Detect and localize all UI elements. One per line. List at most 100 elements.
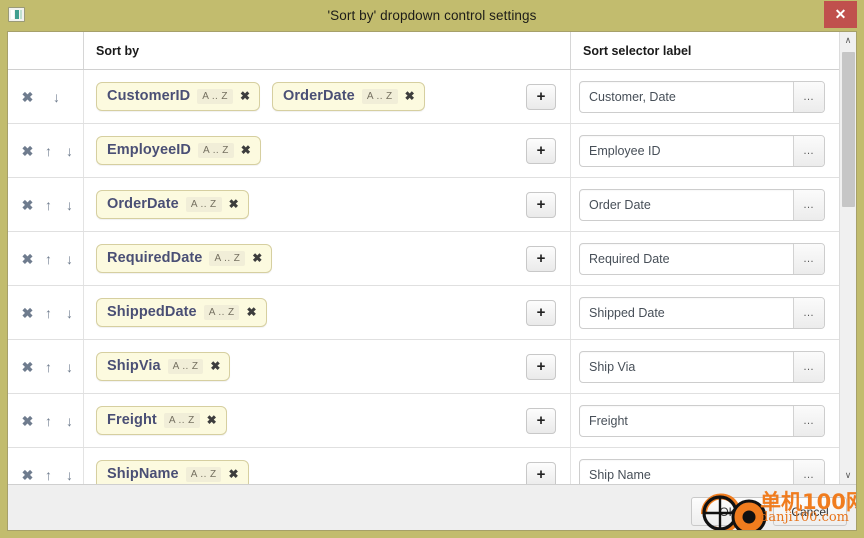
add-sort-field-button[interactable]: + [526,191,556,218]
selector-label-input[interactable] [580,81,793,112]
move-up-icon[interactable]: ↑ [42,144,55,158]
selector-label-browse-button[interactable]: … [793,405,824,436]
sort-direction-badge[interactable]: A .. Z [185,466,222,482]
remove-row-icon[interactable]: ✖ [21,360,34,374]
add-sort-field-button[interactable]: + [526,137,556,164]
remove-row-icon[interactable]: ✖ [21,90,34,104]
sort-direction-badge[interactable]: A .. Z [163,412,200,428]
add-sort-field-button[interactable]: + [526,353,556,380]
table-row: ✖↑↓OrderDateA .. Z✖+… [8,178,839,232]
selector-label-input[interactable] [580,405,793,436]
row-controls: ✖ ↑ ↓ [8,286,84,339]
remove-token-icon[interactable]: ✖ [241,144,251,156]
move-down-icon[interactable]: ↓ [63,144,76,158]
remove-row-icon[interactable]: ✖ [21,468,34,482]
sort-field-token[interactable]: Freight A .. Z ✖ [96,406,227,435]
add-sort-field-button[interactable]: + [526,461,556,484]
remove-token-icon[interactable]: ✖ [405,90,415,102]
move-down-icon[interactable]: ↓ [63,306,76,320]
sort-field-token[interactable]: ShipVia A .. Z ✖ [96,352,231,381]
sort-direction-badge[interactable]: A .. Z [185,196,222,212]
move-up-icon[interactable]: ↑ [42,306,55,320]
scroll-up-icon[interactable]: ∧ [839,32,856,49]
selector-label-browse-button[interactable]: … [793,351,824,382]
sort-field-name: ShippedDate [107,304,197,320]
move-down-icon[interactable]: ↓ [63,360,76,374]
move-up-icon[interactable]: ↑ [42,360,55,374]
table-row: ✖↑↓ShipNameA .. Z✖+… [8,448,839,484]
sort-field-name: EmployeeID [107,142,191,158]
selector-label-browse-button[interactable]: … [793,243,824,274]
selector-label-browse-button[interactable]: … [793,297,824,328]
sort-field-token[interactable]: CustomerID A .. Z ✖ [96,82,260,111]
selector-label-browse-button[interactable]: … [793,459,824,484]
selector-label-input[interactable] [580,297,793,328]
add-field-container: + [526,461,556,484]
row-controls: ✖ ↑ ↓ [8,448,84,484]
sort-field-token[interactable]: EmployeeID A .. Z ✖ [96,136,261,165]
sort-grid-container: Sort by Sort selector label ✖ ↓ CustomerID… [8,32,856,485]
remove-token-icon[interactable]: ✖ [246,306,256,318]
selector-label-browse-button[interactable]: … [793,189,824,220]
selector-label-cell: … [571,70,839,123]
add-sort-field-button[interactable]: + [526,83,556,110]
move-up-icon[interactable]: ↑ [42,198,55,212]
sort-field-token[interactable]: ShipName A .. Z ✖ [96,460,249,484]
selector-label-input[interactable] [580,189,793,220]
move-up-icon[interactable]: ↑ [42,252,55,266]
sort-field-token[interactable]: OrderDate A .. Z ✖ [96,190,249,219]
selector-label-input[interactable] [580,243,793,274]
selector-label-cell: … [571,178,839,231]
move-down-icon[interactable]: ↓ [63,198,76,212]
move-up-icon[interactable]: ↑ [42,414,55,428]
sort-direction-badge[interactable]: A .. Z [198,142,234,158]
remove-row-icon[interactable]: ✖ [21,252,34,266]
cancel-button[interactable]: Cancel [773,497,847,526]
sort-field-token[interactable]: OrderDate A .. Z ✖ [272,82,425,111]
scrollbar-thumb[interactable] [842,52,855,207]
close-button[interactable]: ✕ [824,1,857,28]
remove-token-icon[interactable]: ✖ [252,252,262,264]
vertical-scrollbar[interactable]: ∧ ∨ [839,32,856,484]
move-down-icon[interactable]: ↓ [63,468,76,482]
move-down-icon[interactable]: ↓ [50,90,63,104]
remove-token-icon[interactable]: ✖ [229,198,239,210]
selector-label-input[interactable] [580,135,793,166]
move-down-icon[interactable]: ↓ [63,414,76,428]
sort-by-cell: EmployeeID A .. Z ✖ + [84,124,571,177]
selector-label-field: … [579,404,825,437]
selector-label-browse-button[interactable]: … [793,135,824,166]
remove-row-icon[interactable]: ✖ [21,144,34,158]
sort-direction-badge[interactable]: A .. Z [203,304,240,320]
remove-row-icon[interactable]: ✖ [21,198,34,212]
ok-button[interactable]: OK [691,497,765,526]
remove-token-icon[interactable]: ✖ [228,468,238,480]
dialog-client-area: Sort by Sort selector label ✖ ↓ CustomerID… [7,31,857,531]
header-sort-by-column: Sort by [84,32,571,69]
window-title: 'Sort by' dropdown control settings [327,8,537,23]
sort-direction-badge[interactable]: A .. Z [167,358,204,374]
selector-label-cell: … [571,286,839,339]
selector-label-input[interactable] [580,351,793,382]
move-up-icon[interactable]: ↑ [42,468,55,482]
remove-row-icon[interactable]: ✖ [21,306,34,320]
move-down-icon[interactable]: ↓ [63,252,76,266]
table-row: ✖ ↑ ↓ Freight A .. Z ✖ + … [8,394,839,448]
sort-field-name: Freight [107,412,157,428]
sort-field-token[interactable]: RequiredDate A .. Z ✖ [96,244,273,273]
sort-direction-badge[interactable]: A .. Z [197,88,233,104]
add-sort-field-button[interactable]: + [526,299,556,326]
header-selector-label-column: Sort selector label [571,32,839,69]
add-sort-field-button[interactable]: + [526,407,556,434]
scroll-down-icon[interactable]: ∨ [839,467,856,484]
remove-row-icon[interactable]: ✖ [21,414,34,428]
add-sort-field-button[interactable]: + [526,245,556,272]
selector-label-input[interactable] [580,459,793,484]
sort-field-token[interactable]: ShippedDate A .. Z ✖ [96,298,267,327]
remove-token-icon[interactable]: ✖ [207,414,217,426]
selector-label-browse-button[interactable]: … [793,81,824,112]
remove-token-icon[interactable]: ✖ [240,90,250,102]
sort-direction-badge[interactable]: A .. Z [209,250,246,266]
sort-direction-badge[interactable]: A .. Z [361,88,398,104]
remove-token-icon[interactable]: ✖ [210,360,220,372]
